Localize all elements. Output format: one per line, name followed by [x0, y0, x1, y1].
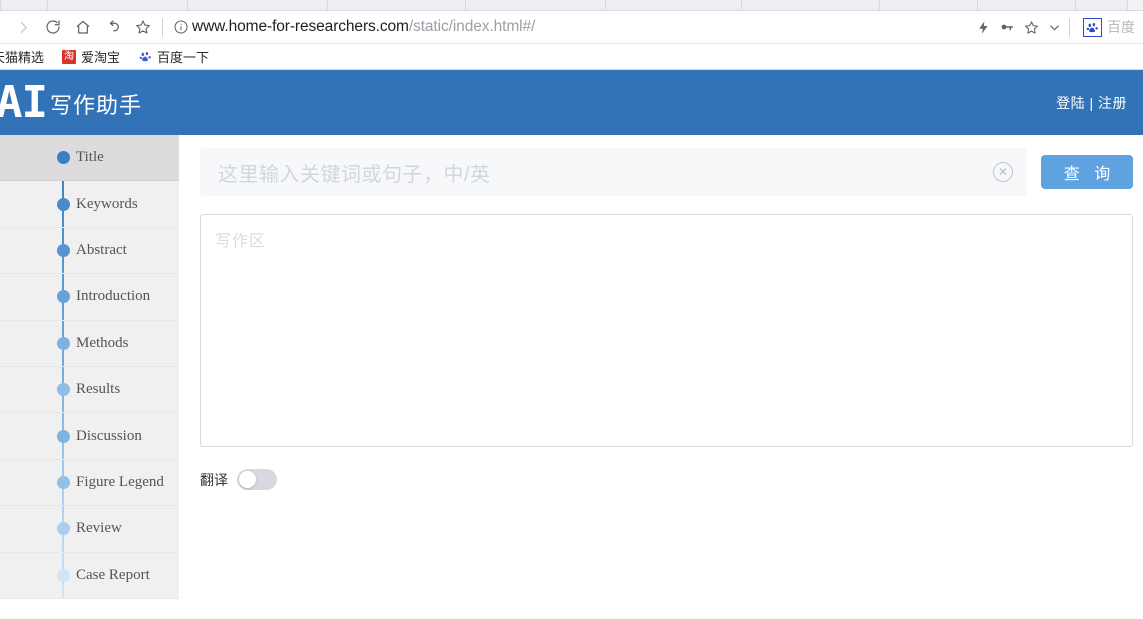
toggle-knob — [239, 471, 256, 488]
sidebar-item-introduction[interactable]: Introduction — [0, 274, 179, 321]
sidebar-item-title[interactable]: Title — [0, 135, 179, 182]
home-icon[interactable] — [68, 12, 98, 42]
reload-icon[interactable] — [38, 12, 68, 42]
address-bar[interactable]: www.home-for-researchers.com/static/inde… — [170, 12, 971, 42]
sidebar-item-methods[interactable]: Methods — [0, 321, 179, 367]
sidebar-item-label: Title — [76, 149, 104, 166]
bookmark-label: 爱淘宝 — [81, 50, 121, 65]
page-body: Title Keywords Abstract Introduction Met… — [0, 135, 1143, 606]
browser-tab[interactable] — [0, 0, 48, 10]
bookmarks-bar: 天猫精选 淘 爱淘宝 百度一下 — [0, 44, 1143, 70]
browser-tab[interactable] — [188, 0, 328, 10]
browser-tab[interactable] — [978, 0, 1076, 10]
search-placeholder: 这里输入关键词或句子，中/英 — [218, 163, 491, 186]
timeline-dot-icon — [56, 336, 70, 350]
auth-links[interactable]: 登陆 | 注册 — [1056, 93, 1127, 113]
sidebar: Title Keywords Abstract Introduction Met… — [0, 135, 179, 599]
query-button[interactable]: 查 询 — [1041, 155, 1133, 189]
sidebar-item-label: Case Report — [76, 566, 150, 583]
bookmark-item[interactable]: 百度一下 — [129, 47, 218, 66]
browser-tab[interactable] — [466, 0, 606, 10]
sidebar-item-figure-legend[interactable]: Figure Legend — [0, 460, 179, 507]
sidebar-item-label: Keywords — [76, 195, 138, 212]
timeline-dot-icon — [56, 243, 70, 257]
search-row: 这里输入关键词或句子，中/英 ✕ 查 询 — [200, 148, 1133, 196]
browser-tab[interactable] — [328, 0, 466, 10]
clear-circle-icon[interactable]: ✕ — [993, 162, 1013, 182]
star-icon[interactable] — [1019, 12, 1043, 42]
main-content: 这里输入关键词或句子，中/英 ✕ 查 询 写作区 翻译 — [179, 135, 1143, 606]
logo-text: 写作助手 — [49, 93, 142, 119]
logo-mark: AI — [0, 76, 48, 128]
sidebar-item-results[interactable]: Results — [0, 367, 179, 414]
browser-toolbar: www.home-for-researchers.com/static/inde… — [0, 11, 1143, 44]
back-icon[interactable] — [98, 12, 128, 42]
sidebar-item-review[interactable]: Review — [0, 506, 179, 553]
translate-toggle[interactable] — [237, 469, 277, 490]
baidu-extension-label: 百度 — [1107, 19, 1135, 35]
key-icon[interactable] — [995, 12, 1019, 42]
timeline-dot-icon — [56, 568, 70, 582]
baidu-paw-icon[interactable] — [1083, 17, 1102, 37]
browser-tab[interactable] — [48, 0, 188, 10]
sidebar-item-case-report[interactable]: Case Report — [0, 553, 179, 599]
bookmark-item[interactable]: 淘 爱淘宝 — [53, 47, 129, 66]
sidebar-item-label: Introduction — [76, 288, 151, 305]
toolbar-right-actions: 百度 — [971, 12, 1135, 42]
timeline-dot-icon — [56, 522, 70, 536]
tab-strip[interactable] — [0, 0, 1143, 11]
timeline-dot-icon — [56, 429, 70, 443]
url-text: www.home-for-researchers.com/static/inde… — [192, 18, 535, 36]
app-header: AI 写作助手 登陆 | 注册 — [0, 70, 1143, 135]
editor-textarea[interactable]: 写作区 — [200, 214, 1133, 447]
forward-icon[interactable] — [8, 12, 38, 42]
timeline-dot-icon — [56, 197, 70, 211]
info-circle-icon[interactable] — [170, 12, 192, 42]
url-path: /static/index.html#/ — [408, 18, 536, 35]
bookmark-item[interactable]: 天猫精选 — [0, 47, 53, 66]
translate-label: 翻译 — [200, 471, 228, 488]
sidebar-item-label: Abstract — [76, 241, 127, 258]
timeline-dot-icon — [56, 475, 70, 489]
translate-row: 翻译 — [200, 469, 1133, 490]
sidebar-item-label: Review — [76, 520, 122, 537]
sidebar-item-keywords[interactable]: Keywords — [0, 181, 179, 228]
timeline-dot-icon — [56, 383, 70, 397]
sidebar-item-discussion[interactable]: Discussion — [0, 413, 179, 460]
bookmark-label: 天猫精选 — [0, 50, 45, 65]
sidebar-item-label: Methods — [76, 334, 129, 351]
chevron-down-icon[interactable] — [1043, 12, 1065, 42]
browser-tab[interactable] — [606, 0, 742, 10]
baidu-paw-icon — [138, 50, 152, 64]
editor-placeholder: 写作区 — [215, 233, 267, 250]
sidebar-item-label: Results — [76, 381, 121, 398]
timeline-dot-icon — [56, 151, 70, 165]
sidebar-item-abstract[interactable]: Abstract — [0, 228, 179, 275]
sidebar-item-label: Discussion — [76, 427, 142, 444]
baidu-extension[interactable]: 百度 — [1083, 17, 1135, 37]
browser-tab[interactable] — [1076, 0, 1128, 10]
toolbar-divider — [162, 17, 163, 37]
sidebar-item-label: Figure Legend — [76, 473, 164, 490]
bookmark-star-icon[interactable] — [128, 12, 158, 42]
timeline-dot-icon — [56, 290, 70, 304]
search-input[interactable]: 这里输入关键词或句子，中/英 ✕ — [200, 148, 1027, 196]
taobao-icon: 淘 — [62, 49, 77, 64]
url-host: www.home-for-researchers.com — [192, 18, 409, 35]
bookmark-label: 百度一下 — [157, 50, 210, 65]
browser-chrome: www.home-for-researchers.com/static/inde… — [0, 0, 1143, 70]
app-logo[interactable]: AI 写作助手 — [0, 76, 142, 128]
lightning-icon[interactable] — [971, 12, 995, 42]
browser-tab[interactable] — [880, 0, 978, 10]
browser-tab[interactable] — [742, 0, 880, 10]
toolbar-divider-2 — [1069, 17, 1070, 37]
